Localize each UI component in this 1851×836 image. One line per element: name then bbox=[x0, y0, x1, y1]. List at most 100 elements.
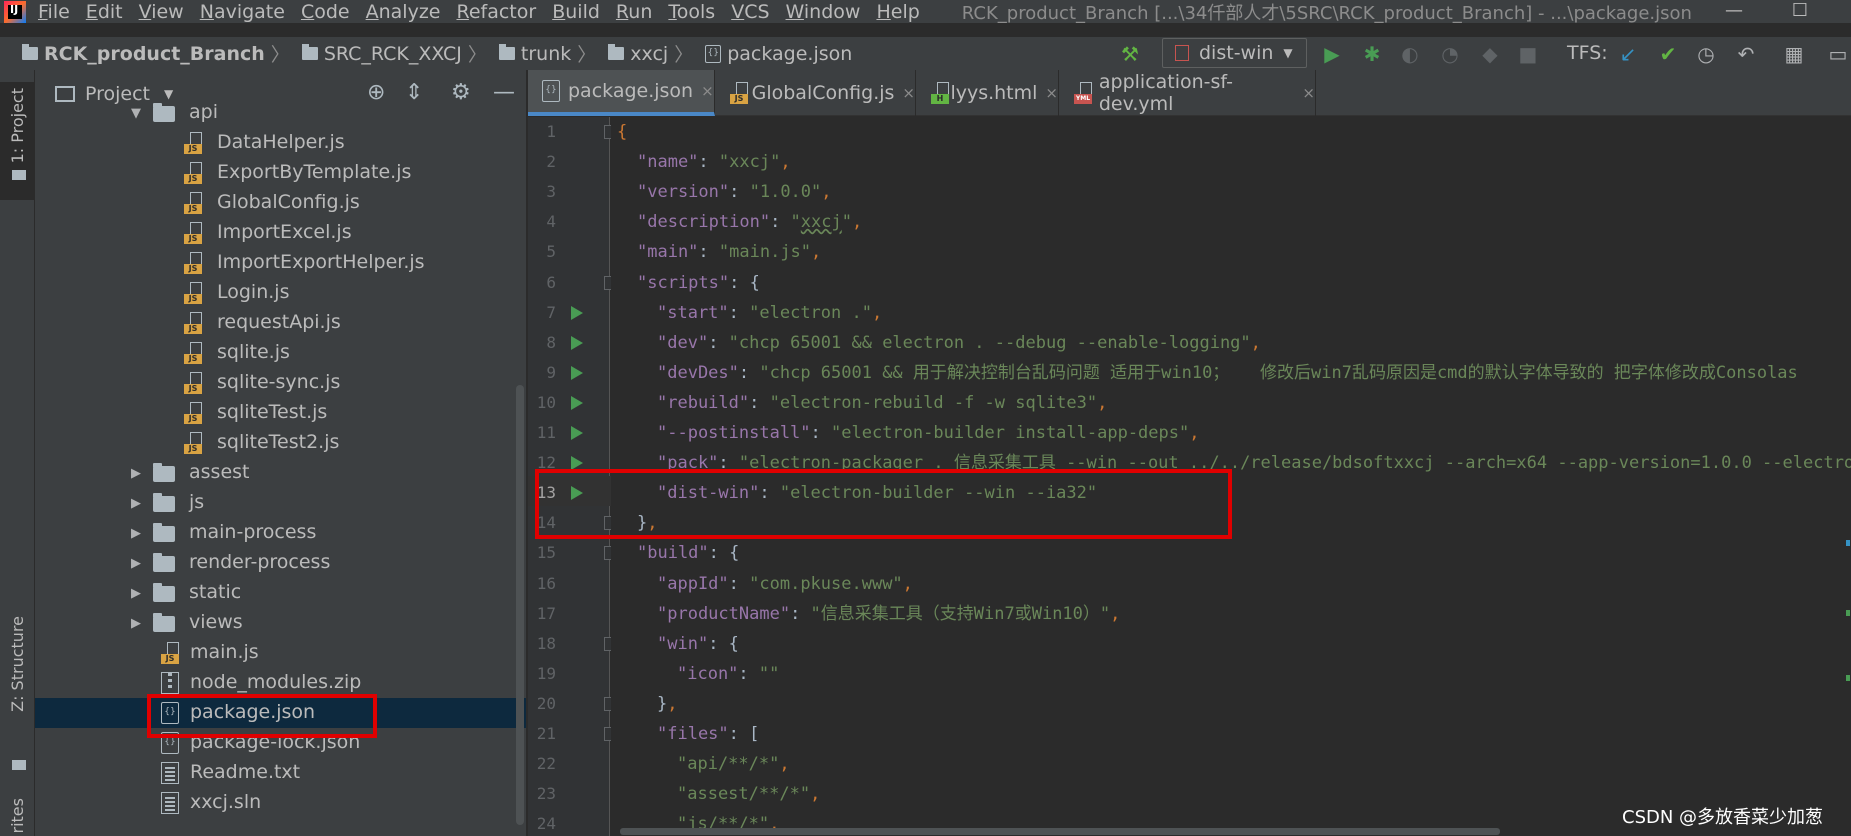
history-icon[interactable]: ◷ bbox=[1694, 42, 1718, 66]
menu-build[interactable]: Build bbox=[552, 1, 600, 23]
tree-item[interactable]: ▶ main-process bbox=[35, 518, 526, 548]
close-icon[interactable]: × bbox=[1302, 84, 1315, 102]
code-token: "1.0.0" bbox=[749, 182, 822, 203]
menu-edit[interactable]: Edit bbox=[86, 1, 123, 23]
coverage-icon[interactable]: ◐ bbox=[1398, 42, 1422, 66]
code-token: "electron-rebuild -f -w sqlite3" bbox=[769, 392, 1098, 413]
menu-analyze[interactable]: Analyze bbox=[366, 1, 441, 23]
favorites-tool-tab[interactable]: rites bbox=[8, 798, 27, 833]
tab-globalconfig-js[interactable]: JS GlobalConfig.js × bbox=[716, 70, 916, 116]
menu-vcs[interactable]: VCS bbox=[731, 1, 769, 23]
tree-item[interactable]: JS sqliteTest2.js bbox=[35, 428, 526, 458]
tree-item-label: node_modules.zip bbox=[190, 671, 362, 693]
run-icon[interactable]: ▶ bbox=[1320, 42, 1344, 66]
code-token: : { bbox=[729, 272, 760, 293]
update-project-icon[interactable]: ↙ bbox=[1616, 42, 1640, 66]
tree-scrollbar[interactable] bbox=[516, 385, 524, 825]
tree-item[interactable]: JS Login.js bbox=[35, 278, 526, 308]
folder-icon bbox=[12, 170, 26, 180]
tree-item[interactable]: JS sqlite.js bbox=[35, 338, 526, 368]
close-icon[interactable]: × bbox=[902, 84, 915, 102]
code-token: : bbox=[729, 182, 750, 203]
tab-package-json[interactable]: {} package.json × bbox=[528, 70, 715, 116]
run-script-icon[interactable] bbox=[571, 456, 583, 471]
folder-icon bbox=[153, 463, 175, 482]
layout-icon[interactable]: ▭ bbox=[1826, 42, 1850, 66]
menu-window[interactable]: Window bbox=[786, 1, 861, 23]
highlight-box-package-json bbox=[147, 694, 377, 738]
run-script-icon[interactable] bbox=[571, 395, 583, 410]
tree-item[interactable]: ▶ assest bbox=[35, 458, 526, 488]
menu-run[interactable]: Run bbox=[616, 1, 652, 23]
build-hammer-icon[interactable]: ⚒ bbox=[1118, 42, 1142, 66]
folder-icon bbox=[153, 613, 175, 632]
js-file-icon: JS bbox=[184, 402, 202, 424]
commit-icon[interactable]: ✔ bbox=[1656, 42, 1680, 66]
chevron-right-icon[interactable]: ▶ bbox=[131, 526, 141, 541]
attach-icon[interactable]: ◆ bbox=[1478, 42, 1502, 66]
debug-icon[interactable]: ✱ bbox=[1360, 42, 1384, 66]
tree-item[interactable]: JS main.js bbox=[35, 638, 526, 668]
tree-item[interactable]: ▶ views bbox=[35, 608, 526, 638]
tree-item[interactable]: JS ImportExportHelper.js bbox=[35, 248, 526, 278]
tree-item[interactable]: JS DataHelper.js bbox=[35, 128, 526, 158]
profile-icon[interactable]: ◔ bbox=[1438, 42, 1462, 66]
run-configuration-select[interactable]: dist-win ▼ bbox=[1162, 38, 1307, 68]
tree-item[interactable]: ▼ api bbox=[35, 98, 526, 128]
menu-help[interactable]: Help bbox=[876, 1, 919, 23]
code-token: , bbox=[667, 693, 678, 714]
menu-navigate[interactable]: Navigate bbox=[200, 1, 285, 23]
breadcrumb-src[interactable]: SRC_RCK_XXCJ 〉 bbox=[301, 40, 487, 67]
chevron-right-icon[interactable]: ▶ bbox=[131, 496, 141, 511]
breadcrumb-trunk[interactable]: trunk 〉 bbox=[498, 40, 596, 67]
menu-refactor[interactable]: Refactor bbox=[456, 1, 536, 23]
run-script-icon[interactable] bbox=[571, 426, 583, 440]
line-number: 2 bbox=[546, 152, 556, 172]
breadcrumb-file[interactable]: {} package.json bbox=[705, 43, 852, 65]
chevron-right-icon[interactable]: ▶ bbox=[131, 556, 141, 571]
run-script-icon[interactable] bbox=[571, 305, 583, 320]
minimize-button[interactable]: — bbox=[1714, 0, 1754, 24]
menu-view[interactable]: View bbox=[139, 1, 184, 23]
chevron-right-icon[interactable]: ▶ bbox=[131, 616, 141, 631]
project-structure-icon[interactable]: ▦ bbox=[1782, 42, 1806, 66]
maximize-button[interactable]: ☐ bbox=[1780, 0, 1820, 24]
tree-item[interactable]: ▶ static bbox=[35, 578, 526, 608]
menu-tools[interactable]: Tools bbox=[668, 1, 715, 23]
code-line: "devDes": "chcp 65001 && 用于解决控制台乱码问题 适用于… bbox=[611, 358, 1851, 388]
tab-lyys-html[interactable]: H lyys.html × bbox=[917, 70, 1059, 116]
close-icon[interactable]: × bbox=[701, 82, 714, 100]
tree-item[interactable]: ▶ render-process bbox=[35, 548, 526, 578]
tree-item[interactable]: JS GlobalConfig.js bbox=[35, 188, 526, 218]
line-number: 18 bbox=[536, 633, 556, 653]
tree-item[interactable]: xxcj.sln bbox=[35, 788, 526, 818]
chevron-right-icon[interactable]: ▶ bbox=[131, 586, 141, 601]
code-token: "" bbox=[758, 663, 780, 684]
menu-file[interactable]: File bbox=[38, 1, 70, 23]
tree-item[interactable]: JS ImportExcel.js bbox=[35, 218, 526, 248]
rollback-icon[interactable]: ↶ bbox=[1734, 42, 1758, 66]
tree-item[interactable]: ▶ js bbox=[35, 488, 526, 518]
tree-item[interactable]: Readme.txt bbox=[35, 758, 526, 788]
chevron-down-icon[interactable]: ▼ bbox=[131, 106, 141, 121]
tree-item[interactable]: JS sqliteTest.js bbox=[35, 398, 526, 428]
tab-application-yml[interactable]: YML application-sf-dev.yml × bbox=[1060, 70, 1316, 116]
breadcrumb-project[interactable]: RCK_product_Branch 〉 bbox=[22, 40, 290, 67]
tree-item[interactable]: JS ExportByTemplate.js bbox=[35, 158, 526, 188]
stop-icon[interactable]: ■ bbox=[1516, 42, 1540, 66]
structure-tool-tab[interactable]: Z: Structure bbox=[8, 616, 27, 712]
tree-item[interactable]: JS sqlite-sync.js bbox=[35, 368, 526, 398]
code-line: "scripts": { bbox=[611, 268, 1851, 298]
run-script-icon[interactable] bbox=[571, 365, 583, 380]
run-script-icon[interactable] bbox=[571, 335, 583, 350]
line-number: 20 bbox=[536, 693, 556, 713]
breadcrumb-xxcj[interactable]: xxcj 〉 bbox=[608, 40, 693, 67]
tree-item-label: Readme.txt bbox=[190, 761, 301, 783]
close-icon[interactable]: × bbox=[1045, 84, 1058, 102]
editor-horizontal-scrollbar[interactable] bbox=[620, 828, 1500, 835]
yml-file-icon: YML bbox=[1074, 82, 1092, 104]
html-file-icon: H bbox=[931, 82, 949, 104]
chevron-right-icon[interactable]: ▶ bbox=[131, 466, 141, 481]
tree-item[interactable]: JS requestApi.js bbox=[35, 308, 526, 338]
menu-code[interactable]: Code bbox=[301, 1, 350, 23]
